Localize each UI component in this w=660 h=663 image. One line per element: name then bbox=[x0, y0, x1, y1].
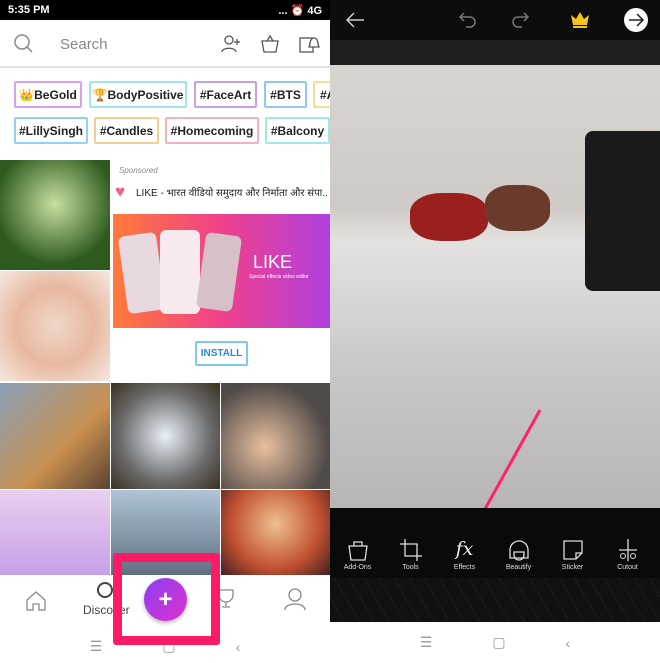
search-icon[interactable] bbox=[14, 34, 34, 54]
tag-lillysingh[interactable]: #LillySingh bbox=[14, 117, 88, 144]
add-user-icon[interactable] bbox=[220, 34, 242, 54]
photo-canvas[interactable] bbox=[330, 65, 660, 508]
search-input[interactable]: Search bbox=[60, 36, 108, 53]
feed-photo[interactable] bbox=[0, 490, 110, 575]
back-icon[interactable]: ‹ bbox=[566, 635, 571, 651]
home-icon[interactable] bbox=[25, 590, 47, 612]
shop-bag-icon[interactable] bbox=[260, 34, 280, 54]
premium-crown-icon[interactable] bbox=[570, 10, 590, 30]
tag-homecoming[interactable]: #Homecoming bbox=[165, 117, 259, 144]
banner-brand: LIKE bbox=[253, 252, 293, 272]
banner-tagline: Special effects video editor bbox=[249, 274, 309, 280]
install-button[interactable]: INSTALL bbox=[195, 341, 248, 366]
phone-image bbox=[195, 231, 243, 313]
menu-icon[interactable]: ☰ bbox=[90, 638, 103, 655]
create-plus-button[interactable]: + bbox=[144, 578, 187, 621]
fx-icon: fx bbox=[455, 538, 474, 560]
editor-toolbar: Add-Ons Tools fx Effects Beautify Sticker… bbox=[330, 508, 660, 578]
feed-photo[interactable] bbox=[111, 383, 220, 489]
feed-photo[interactable] bbox=[221, 490, 330, 575]
search-bar[interactable]: Search bbox=[0, 20, 330, 68]
system-nav-bar: ☰ ▢ ‹ bbox=[330, 622, 660, 663]
next-arrow-icon bbox=[629, 13, 645, 27]
home-square-icon[interactable]: ▢ bbox=[492, 634, 505, 651]
tool-label: Effects bbox=[453, 564, 476, 571]
tool-sticker[interactable]: Sticker bbox=[545, 538, 600, 571]
back-arrow-icon[interactable] bbox=[344, 10, 366, 30]
tag-begold[interactable]: 👑BeGold bbox=[14, 81, 82, 108]
tool-label: Sticker bbox=[561, 564, 584, 571]
tag-bts[interactable]: #BTS bbox=[264, 81, 307, 108]
feed-photo[interactable] bbox=[221, 383, 330, 489]
tool-cutout[interactable]: Cutout bbox=[600, 538, 655, 571]
tool-tools[interactable]: Tools bbox=[383, 538, 438, 571]
tag-candles[interactable]: #Candles bbox=[94, 117, 159, 144]
tool-label: Cutout bbox=[617, 564, 638, 571]
tag-bodypositive[interactable]: 🏆BodyPositive bbox=[89, 81, 187, 108]
ad-banner[interactable]: LIKE Special effects video editor bbox=[113, 214, 330, 328]
face-icon bbox=[508, 540, 529, 561]
tool-beautify[interactable]: Beautify bbox=[491, 538, 546, 571]
top-strip bbox=[330, 40, 660, 65]
tool-label: Add-Ons bbox=[343, 564, 372, 571]
feed-photo[interactable] bbox=[0, 271, 110, 381]
tool-effects[interactable]: fx Effects bbox=[437, 538, 492, 571]
tool-label: Tools bbox=[402, 564, 419, 571]
phone-image bbox=[160, 230, 200, 314]
sticker-icon bbox=[562, 540, 583, 560]
bag-icon bbox=[347, 541, 368, 561]
right-screen-editor: Add-Ons Tools fx Effects Beautify Sticker… bbox=[330, 0, 660, 663]
notifications-icon[interactable] bbox=[298, 32, 320, 54]
status-time: 5:35 PM bbox=[8, 4, 50, 16]
left-screen-feed: 5:35 PM ... ⏰ 4G Search 👑BeGold 🏆BodyPos… bbox=[0, 0, 333, 663]
crop-icon bbox=[399, 539, 422, 561]
redo-icon[interactable] bbox=[508, 10, 530, 30]
feed-photo[interactable] bbox=[0, 160, 110, 270]
undo-icon[interactable] bbox=[458, 10, 480, 30]
tag-balcony[interactable]: #Balcony bbox=[265, 117, 330, 144]
sponsored-ad[interactable]: Sponsored ♥ LIKE - भारत वीडियो समुदाय और… bbox=[111, 160, 330, 380]
next-button[interactable] bbox=[624, 8, 648, 32]
status-bar: 5:35 PM ... ⏰ 4G bbox=[0, 0, 330, 20]
tool-add-ons[interactable]: Add-Ons bbox=[330, 538, 385, 571]
menu-icon[interactable]: ☰ bbox=[420, 634, 433, 651]
phone-image bbox=[117, 231, 167, 315]
pattern-strip bbox=[330, 578, 660, 622]
scissors-icon bbox=[618, 539, 637, 561]
profile-icon[interactable] bbox=[284, 587, 306, 611]
feed-photo[interactable] bbox=[0, 383, 110, 489]
status-indicators: ... ⏰ 4G bbox=[278, 4, 322, 17]
tag-faceart[interactable]: #FaceArt bbox=[194, 81, 257, 108]
pink-arrow bbox=[483, 409, 542, 508]
back-icon[interactable]: ‹ bbox=[236, 639, 241, 655]
ad-title: LIKE - भारत वीडियो समुदाय और निर्माता और… bbox=[136, 188, 328, 199]
sponsored-label: Sponsored bbox=[119, 166, 158, 175]
like-logo-icon: ♥ bbox=[115, 182, 126, 201]
tool-label: Beautify bbox=[505, 564, 532, 571]
